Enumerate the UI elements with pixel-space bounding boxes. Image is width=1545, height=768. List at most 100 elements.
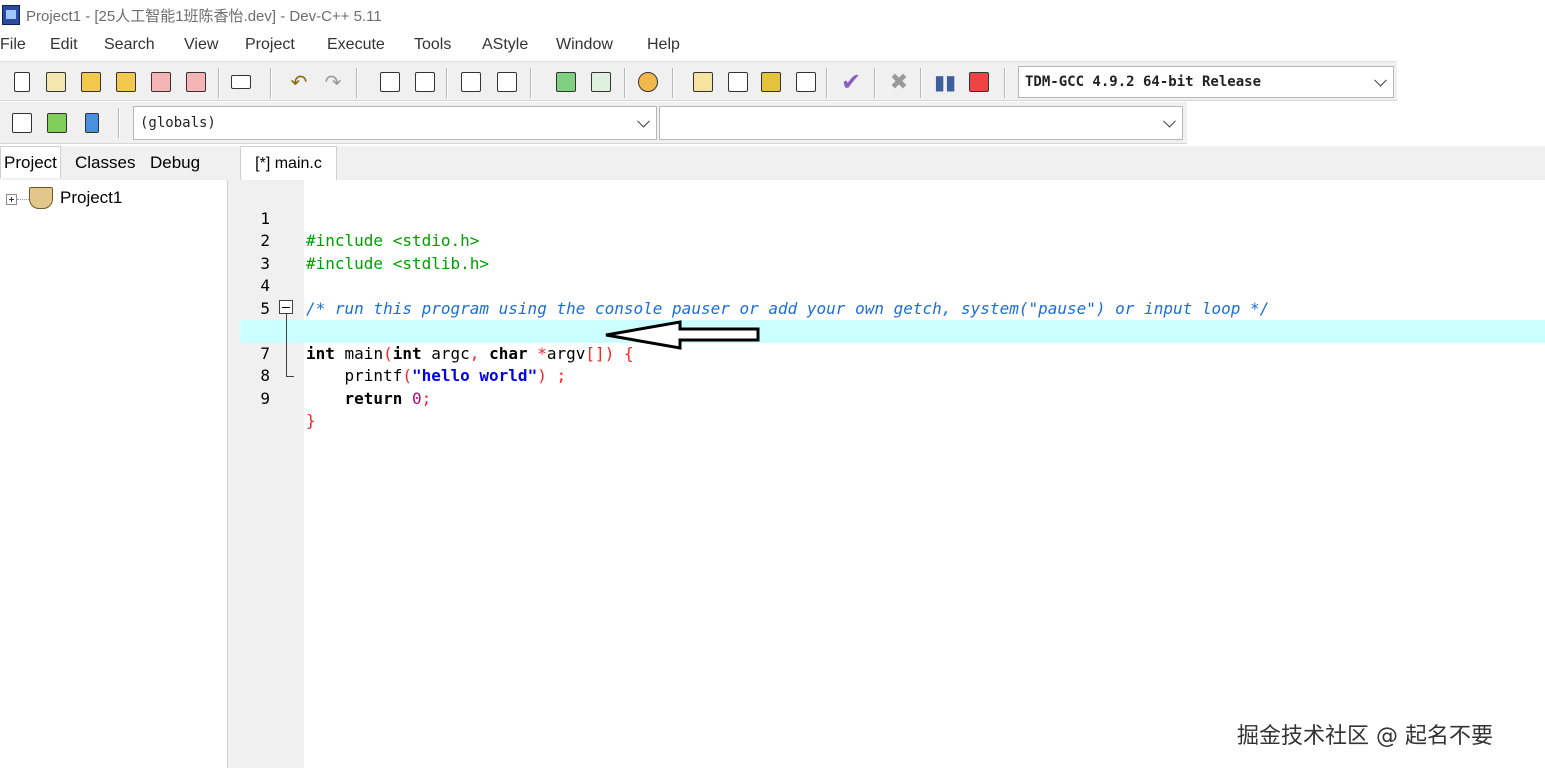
print-icon — [231, 75, 251, 89]
watermark-text: 掘金技术社区 @ 起名不要 — [1237, 724, 1493, 749]
code-line-highlighted: 7 printf("hello world") ; — [240, 320, 1545, 385]
add-to-project-icon — [556, 72, 576, 92]
chevron-down-icon — [637, 114, 650, 128]
menu-astyle[interactable]: AStyle — [482, 36, 528, 54]
line-number: 9 — [260, 388, 270, 408]
scope-select[interactable]: (globals) — [133, 106, 657, 140]
close-all-button[interactable] — [183, 69, 209, 95]
save-all-icon — [116, 72, 136, 92]
left-panel-tabs: Project Classes Debug — [0, 146, 230, 180]
redo-button[interactable]: ↷ — [320, 69, 346, 95]
rebuild-all-button[interactable] — [793, 69, 819, 95]
code-editor[interactable]: 1 #include <stdio.h> 2 #include <stdlib.… — [240, 180, 1545, 768]
find-button[interactable] — [377, 69, 403, 95]
tab-main-c[interactable]: [*] main.c — [240, 146, 337, 180]
code-line: 2 #include <stdlib.h> — [240, 208, 1545, 273]
toolbar-separator — [672, 68, 674, 98]
run-button[interactable] — [725, 69, 751, 95]
compile-run-button[interactable] — [758, 69, 784, 95]
goto-bookmark-icon — [85, 113, 99, 133]
toolbar-separator — [920, 68, 922, 98]
compiler-select-value: TDM-GCC 4.9.2 64-bit Release — [1025, 74, 1262, 90]
menu-file[interactable]: File — [0, 36, 26, 54]
toolbar-separator — [624, 68, 626, 98]
close-all-icon — [186, 72, 206, 92]
expand-plus-icon[interactable] — [6, 194, 17, 205]
project-options-button[interactable] — [635, 69, 661, 95]
compiler-select[interactable]: TDM-GCC 4.9.2 64-bit Release — [1018, 66, 1394, 98]
code-text: } — [306, 411, 316, 430]
panel-splitter[interactable] — [228, 146, 240, 768]
menu-window[interactable]: Window — [556, 36, 613, 54]
tree-connector — [17, 199, 29, 200]
cross-icon: ✖ — [889, 69, 909, 95]
code-line: 5 — [240, 275, 1545, 318]
chevron-down-icon — [1163, 114, 1176, 128]
compile-button[interactable] — [690, 69, 716, 95]
toolbar-separator — [218, 68, 220, 98]
insert-icon — [12, 113, 32, 133]
menu-edit[interactable]: Edit — [50, 36, 78, 54]
insert-button[interactable] — [9, 110, 35, 136]
code-line: 1 #include <stdio.h> — [240, 185, 1545, 251]
open-file-icon — [46, 72, 66, 92]
redo-icon: ↷ — [324, 70, 342, 94]
syntax-check-button[interactable]: ✔ — [838, 68, 864, 96]
goto-line-button[interactable] — [494, 69, 520, 95]
code-text: return 0; — [344, 388, 432, 408]
new-file-button[interactable] — [9, 69, 35, 95]
replace-icon — [415, 72, 435, 92]
project-icon — [29, 187, 53, 209]
goto-bookmark-button[interactable] — [79, 110, 105, 136]
print-button[interactable] — [228, 69, 254, 95]
editor-tabs: [*] main.c — [240, 146, 1545, 180]
fold-guide-end — [286, 376, 294, 377]
indent-button[interactable] — [458, 69, 484, 95]
indent-icon — [461, 72, 481, 92]
class-toolbar: (globals) — [0, 102, 1187, 144]
toolbar-separator — [874, 68, 876, 98]
toolbar-separator — [446, 68, 448, 98]
menu-search[interactable]: Search — [104, 36, 155, 54]
remove-from-project-button[interactable] — [588, 69, 614, 95]
menu-view[interactable]: View — [184, 36, 218, 54]
run-icon — [728, 72, 748, 92]
toggle-bookmark-button[interactable] — [44, 110, 70, 136]
menu-project[interactable]: Project — [245, 36, 295, 54]
toolbar-separator — [270, 68, 272, 98]
fold-collapse-icon[interactable] — [279, 300, 293, 314]
delete-profile-button[interactable] — [966, 69, 992, 95]
close-file-button[interactable] — [148, 69, 174, 95]
code-line: 8 return 0; — [240, 343, 1545, 408]
tab-classes[interactable]: Classes — [72, 148, 138, 178]
undo-button[interactable]: ↶ — [286, 69, 312, 95]
compile-run-icon — [761, 72, 781, 92]
save-all-button[interactable] — [113, 69, 139, 95]
project-browser: Project1 — [0, 180, 228, 768]
tab-debug[interactable]: Debug — [147, 148, 203, 178]
window-title: Project1 - [25人工智能1班陈香怡.dev] - Dev-C++ 5… — [26, 7, 382, 25]
toolbar-separator — [356, 68, 358, 98]
open-file-button[interactable] — [43, 69, 69, 95]
menu-bar: File Edit Search View Project Execute To… — [0, 31, 1545, 59]
bookmark-icon — [47, 113, 67, 133]
toolbar-separator — [118, 108, 120, 138]
goto-line-icon — [497, 72, 517, 92]
title-bar: Project1 - [25人工智能1班陈香怡.dev] - Dev-C++ 5… — [0, 0, 1545, 30]
project-tree-root[interactable]: Project1 — [60, 188, 122, 208]
menu-tools[interactable]: Tools — [414, 36, 451, 54]
stop-execution-button[interactable]: ✖ — [886, 69, 912, 95]
add-to-project-button[interactable] — [553, 69, 579, 95]
save-button[interactable] — [78, 69, 104, 95]
project-options-icon — [638, 72, 658, 92]
checkmark-icon: ✔ — [840, 68, 862, 96]
save-icon — [81, 72, 101, 92]
tab-project[interactable]: Project — [0, 146, 61, 178]
menu-execute[interactable]: Execute — [327, 36, 385, 54]
menu-help[interactable]: Help — [647, 36, 680, 54]
close-file-icon — [151, 72, 171, 92]
profile-button[interactable]: ▮▮ — [932, 69, 958, 95]
member-select[interactable] — [659, 106, 1183, 140]
replace-button[interactable] — [412, 69, 438, 95]
toolbar-separator — [1004, 68, 1006, 98]
